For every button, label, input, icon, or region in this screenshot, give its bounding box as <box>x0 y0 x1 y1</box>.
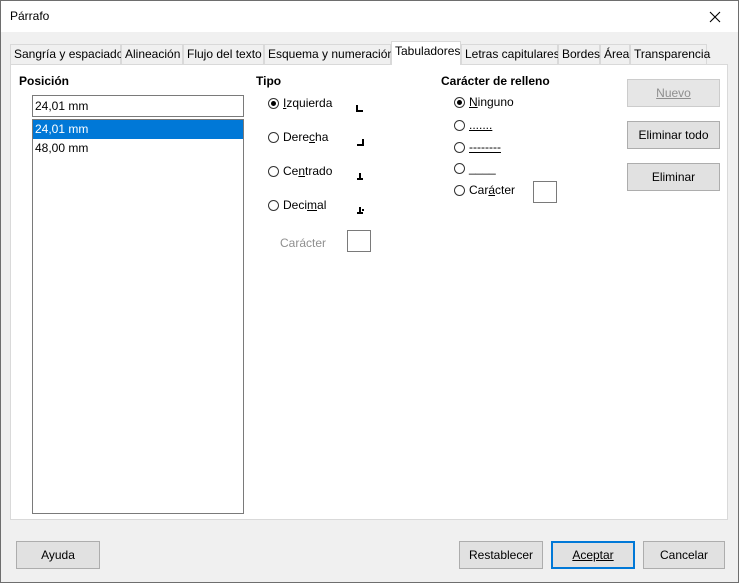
radio-button[interactable] <box>454 96 465 108</box>
fill-character-field[interactable] <box>533 181 557 203</box>
position-heading: Posición <box>19 74 70 88</box>
tab-label: Transparencia <box>634 47 711 61</box>
fill-underscore-radio[interactable]: ____ <box>454 161 496 175</box>
tabs-panel: Posición 24,01 mm 24,01 mm 48,00 mm Tipo… <box>10 64 728 520</box>
radio-button[interactable] <box>268 165 279 177</box>
label-rest: inguno <box>477 95 514 109</box>
fill-dashes-radio[interactable]: -------- <box>454 140 501 154</box>
button-label: Restablecer <box>468 548 534 562</box>
tab-esquema[interactable]: Esquema y numeración <box>264 44 395 64</box>
paragraph-dialog: Párrafo Sangría y espaciado Alineación F… <box>0 0 739 583</box>
delete-all-button[interactable]: Eliminar todo <box>627 121 720 149</box>
button-label: Ayuda <box>41 548 75 562</box>
type-left-radio[interactable]: Izquierda <box>268 96 332 110</box>
tab-label: Esquema y numeración <box>268 47 395 61</box>
label-rest: ha <box>315 130 329 144</box>
tab-tabuladores[interactable]: Tabuladores <box>391 41 461 65</box>
help-button[interactable]: Ayuda <box>16 541 100 569</box>
radio-button[interactable] <box>454 184 465 196</box>
fill-dashes-label: -------- <box>469 140 501 154</box>
type-heading: Tipo <box>256 74 282 88</box>
label-rest: al <box>317 198 327 212</box>
ok-button[interactable]: Aceptar <box>551 541 635 569</box>
tab-sangria[interactable]: Sangría y espaciado <box>10 44 124 64</box>
fill-none-radio[interactable]: Ninguno <box>454 95 514 109</box>
reset-button[interactable]: Restablecer <box>459 541 543 569</box>
cancel-button[interactable]: Cancelar <box>643 541 725 569</box>
fill-character-radio[interactable]: Carácter <box>454 183 515 197</box>
tab-label: Alineación <box>125 47 181 61</box>
list-item[interactable]: 48,00 mm <box>33 139 243 158</box>
button-label: Eliminar todo <box>638 128 709 142</box>
type-character-label: Carácter <box>280 236 327 250</box>
type-center-radio[interactable]: Centrado <box>268 164 332 178</box>
new-button[interactable]: Nuevo <box>627 79 720 107</box>
tab-label: Sangría y espaciado <box>14 47 124 61</box>
label-rest: cter <box>495 183 516 197</box>
tab-letras-capitulares[interactable]: Letras capitulares <box>461 44 560 64</box>
fill-character-label: Carácter <box>469 183 515 197</box>
label-pre: Dere <box>283 130 310 144</box>
type-character-field[interactable] <box>347 230 371 252</box>
fill-dots-label: ....... <box>469 118 493 132</box>
radio-button[interactable] <box>454 162 465 174</box>
tab-label: Tabuladores <box>395 44 461 58</box>
button-label: Aceptar <box>572 548 614 562</box>
label-rest: trado <box>305 164 333 178</box>
tab-label: Área <box>604 47 630 61</box>
accel-letter: N <box>469 95 478 109</box>
list-item[interactable]: 24,01 mm <box>33 120 243 139</box>
type-left-label: Izquierda <box>283 96 332 110</box>
fill-heading: Carácter de relleno <box>441 74 550 88</box>
radio-button[interactable] <box>268 97 279 109</box>
tab-area[interactable]: Área <box>600 44 630 64</box>
label-pre: Ce <box>283 164 299 178</box>
tab-bordes[interactable]: Bordes <box>558 44 600 64</box>
radio-button[interactable] <box>454 119 465 131</box>
tab-label: Letras capitulares <box>465 47 560 61</box>
window-title: Párrafo <box>10 9 50 23</box>
tab-right-icon <box>357 139 364 146</box>
label-pre: Car <box>469 183 489 197</box>
button-label: Nuevo <box>656 86 691 100</box>
button-label: Eliminar <box>651 170 696 184</box>
fill-none-label: Ninguno <box>469 95 514 109</box>
type-center-label: Centrado <box>283 164 332 178</box>
tab-left-icon <box>356 105 363 112</box>
fill-dots-radio[interactable]: ....... <box>454 118 492 132</box>
button-label: Cancelar <box>659 548 709 562</box>
tab-flujo-texto[interactable]: Flujo del texto <box>183 44 264 64</box>
type-right-label: Derecha <box>283 130 328 144</box>
accel-letter: m <box>307 198 318 212</box>
tab-transparencia[interactable]: Transparencia <box>630 44 711 64</box>
delete-button[interactable]: Eliminar <box>627 163 720 191</box>
tab-label: Bordes <box>562 47 601 61</box>
label-pre: Deci <box>283 198 308 212</box>
close-icon <box>709 11 721 22</box>
label-rest: zquierda <box>286 96 333 110</box>
tab-center-icon <box>357 173 363 180</box>
radio-button[interactable] <box>268 199 279 211</box>
title-bar: Párrafo <box>1 1 738 32</box>
position-list[interactable]: 24,01 mm 48,00 mm <box>32 119 244 514</box>
type-decimal-label: Decimal <box>283 198 326 212</box>
radio-button[interactable] <box>454 141 465 153</box>
tab-label: Flujo del texto <box>187 47 262 61</box>
close-button[interactable] <box>692 1 738 32</box>
type-right-radio[interactable]: Derecha <box>268 130 328 144</box>
tab-decimal-icon <box>357 207 364 214</box>
fill-underscore-label: ____ <box>469 161 496 175</box>
position-input[interactable]: 24,01 mm <box>32 95 244 117</box>
tab-alineacion[interactable]: Alineación <box>121 44 183 64</box>
radio-button[interactable] <box>268 131 279 143</box>
type-decimal-radio[interactable]: Decimal <box>268 198 326 212</box>
